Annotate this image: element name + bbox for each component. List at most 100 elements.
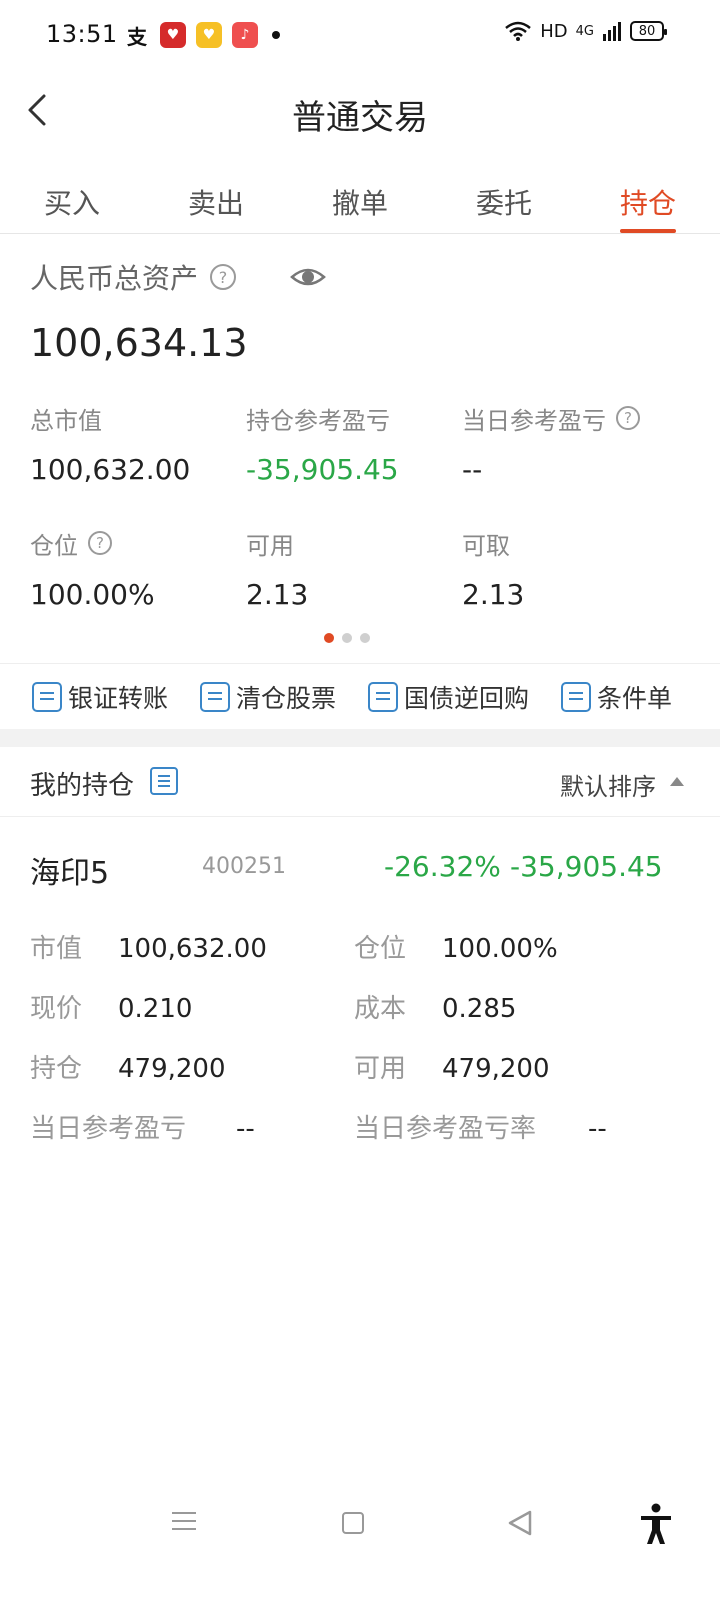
more-notifications-dot [272,31,280,39]
field-market-value: 市值 100,632.00 [30,928,267,965]
stock-name: 海印5 [30,856,110,891]
section-divider [0,729,720,747]
status-app-icons: 支 ♥ ♥ ♪ [124,22,280,49]
field-value: 479,200 [442,1054,550,1084]
tab-sell[interactable]: 卖出 [144,168,288,233]
trade-tabs: 买入 卖出 撤单 委托 持仓 [0,168,720,234]
clear-positions-button[interactable]: 清仓股票 [200,679,336,715]
battery-icon: 80 [630,21,667,41]
nav-back-icon[interactable] [506,1508,536,1538]
conditional-order-button[interactable]: 条件单 [561,679,672,715]
signal-type: 4G [575,23,594,39]
pager-dot[interactable] [342,633,352,643]
stat-value: -- [462,453,483,486]
holding-item[interactable]: 海印5 400251 -26.32% -35,905.45 市值 100,632… [0,818,720,1158]
stat-label-row: 仓位 ? [30,528,246,560]
field-today-pnl: 当日参考盈亏 -- [30,1108,255,1145]
help-icon[interactable]: ? [88,531,112,555]
field-available: 可用 479,200 [354,1048,550,1085]
sort-button[interactable]: 默认排序 [560,767,656,802]
field-value: 100,632.00 [118,934,267,964]
system-nav-bar [0,1490,720,1560]
status-bar: 13:51 支 ♥ ♥ ♪ HD 4G 80 [0,0,720,72]
stat-value: 100.00% [30,578,155,611]
alipay-icon: 支 [127,24,147,49]
pnl-percent: -26.32% [384,850,501,883]
field-price: 现价 0.210 [30,988,192,1025]
stat-label: 可取 [462,531,510,560]
list-icon[interactable] [150,767,178,795]
page-title: 普通交易 [292,98,428,138]
header: 普通交易 [0,72,720,152]
stat-withdrawable: 可取 2.13 [462,528,690,612]
field-today-pnl-rate: 当日参考盈亏率 -- [354,1108,607,1145]
stat-today-pnl: 当日参考盈亏 ? -- [462,403,690,486]
pager-dot[interactable] [360,633,370,643]
field-value: 0.285 [442,994,517,1024]
repo-icon [368,681,399,712]
field-value: -- [236,1114,255,1144]
total-assets-label: 人民币总资产 [30,262,199,295]
stat-position-ratio: 仓位 ? 100.00% [30,528,246,611]
stat-label: 可用 [246,531,294,560]
stat-available: 可用 2.13 [246,528,462,612]
stat-label-row: 当日参考盈亏 ? [462,403,690,435]
holdings-header: 我的持仓 默认排序 [0,747,720,817]
bank-transfer-button[interactable]: 银证转账 [32,679,168,715]
eye-icon[interactable] [290,259,326,295]
action-label: 银证转账 [68,683,169,713]
reverse-repo-button[interactable]: 国债逆回购 [368,679,529,715]
tab-buy[interactable]: 买入 [0,168,144,233]
field-label: 可用 [354,1054,407,1084]
stat-value: 100,632.00 [30,453,191,486]
action-label: 国债逆回购 [404,683,530,713]
asset-stats-grid: 总市值 100,632.00 持仓参考盈亏 -35,905.45 当日参考盈亏 … [30,403,690,611]
conditional-order-icon [561,681,592,712]
total-assets-value: 100,634.13 [30,321,248,365]
action-label: 条件单 [597,683,673,713]
stat-position-pnl: 持仓参考盈亏 -35,905.45 [246,403,462,487]
stat-value: 2.13 [246,578,309,611]
music-app-icon: ♪ [232,22,258,48]
field-value: 0.210 [118,994,193,1024]
field-shares: 持仓 479,200 [30,1048,226,1085]
field-cost: 成本 0.285 [354,988,516,1025]
field-value: 479,200 [118,1054,226,1084]
field-value: -- [588,1114,607,1144]
network-type: HD [540,20,568,42]
stat-value: 2.13 [462,578,525,611]
help-icon[interactable]: ? [616,406,640,430]
field-position-ratio: 仓位 100.00% [354,928,558,965]
asset-label-row: 人民币总资产 ? [30,257,237,297]
field-label: 成本 [354,994,407,1024]
status-indicators: HD 4G 80 [504,20,667,42]
stat-label: 总市值 [30,406,102,435]
tab-cancel[interactable]: 撤单 [288,168,432,233]
help-icon[interactable]: ? [210,264,237,290]
pager-dots [324,633,370,643]
field-label: 当日参考盈亏率 [354,1114,537,1144]
accessibility-icon[interactable] [638,1502,674,1546]
sort-arrow-icon[interactable] [670,777,684,786]
signal-icon [603,22,621,41]
yellow-app-icon: ♥ [196,22,222,48]
chart-icon [200,681,231,712]
tab-positions[interactable]: 持仓 [576,168,720,233]
red-app-icon: ♥ [160,22,186,48]
wifi-icon [505,21,532,41]
action-label: 清仓股票 [236,683,337,713]
field-value: 100.00% [442,934,558,964]
stat-market-value: 总市值 100,632.00 [30,403,246,487]
tab-orders[interactable]: 委托 [432,168,576,233]
menu-icon[interactable] [172,1512,196,1532]
home-icon[interactable] [342,1512,364,1534]
pager-dot-active[interactable] [324,633,334,643]
asset-summary: 人民币总资产 ? 100,634.13 总市值 100,632.00 持仓参考盈… [0,235,720,663]
stat-label: 仓位 [30,531,78,560]
pnl-amount: -35,905.45 [510,850,663,883]
quick-actions: 银证转账 清仓股票 国债逆回购 条件单 [0,663,720,729]
field-label: 持仓 [30,1054,83,1084]
field-label: 现价 [30,994,83,1024]
stock-code: 400251 [202,854,286,879]
field-label: 仓位 [354,934,407,964]
